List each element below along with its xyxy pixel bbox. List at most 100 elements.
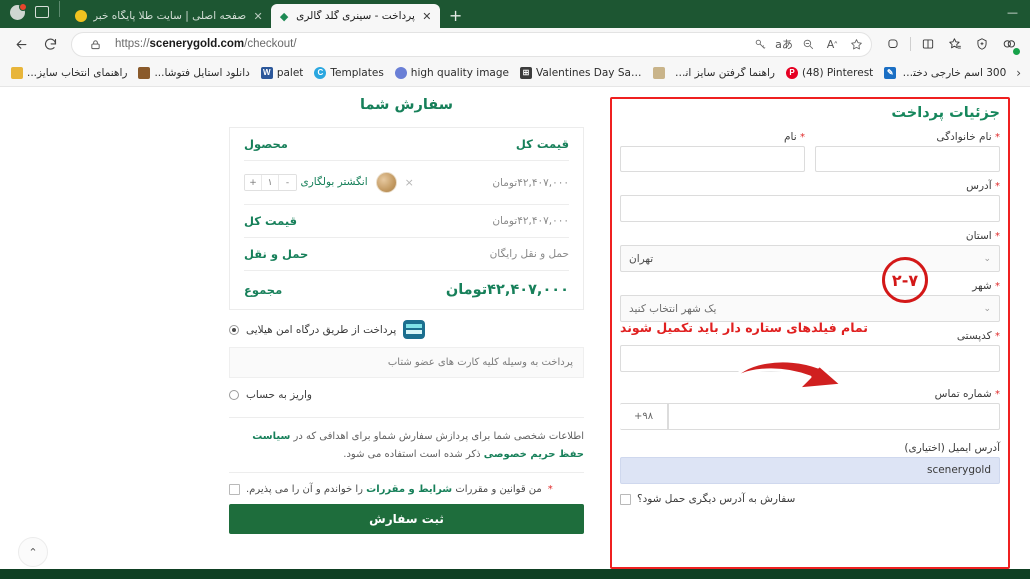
- city-select[interactable]: ⌄ یک شهر انتخاب کنید: [620, 295, 1000, 322]
- required-marker: *: [800, 132, 805, 143]
- tab-actions-icon[interactable]: [35, 6, 49, 18]
- browser-tab-1[interactable]: صفحه اصلی | سایت طلا پایگاه خبر ✕: [68, 4, 271, 28]
- quantity-increase-button[interactable]: +: [245, 175, 262, 190]
- quantity-stepper[interactable]: + ۱ -: [244, 174, 297, 191]
- bookmark-label: (48) Pinterest: [802, 67, 874, 79]
- bookmark-item[interactable]: high quality image: [390, 65, 514, 81]
- required-marker: *: [995, 231, 1000, 242]
- browser-tab-2-active[interactable]: ◆ پرداخت - سینری گلد گالری ✕: [271, 4, 440, 28]
- tab-favicon-yellow-dot: [75, 10, 87, 22]
- city-field-group: * شهر ⌄ یک شهر انتخاب کنید: [620, 280, 1000, 322]
- product-thumbnail[interactable]: [375, 172, 397, 193]
- city-label: * شهر: [972, 280, 1000, 292]
- bookmarks-overflow-chevron-icon[interactable]: ›: [1012, 66, 1025, 80]
- terms-checkbox[interactable]: [229, 484, 240, 495]
- tab-close-icon[interactable]: ✕: [252, 11, 264, 22]
- bookmark-label: high quality image: [410, 67, 509, 79]
- zoom-out-icon[interactable]: [797, 33, 819, 55]
- last-name-input[interactable]: [815, 146, 1000, 172]
- terms-link[interactable]: شرایط و مقررات: [366, 484, 452, 495]
- place-order-button[interactable]: ثبت سفارش: [229, 504, 584, 534]
- chevron-down-icon: ⌄: [983, 253, 991, 264]
- last-name-label: * نام خانوادگی: [936, 131, 1000, 143]
- payment-method-gateway-row[interactable]: پرداخت از طریق درگاه امن هیلایی: [229, 310, 584, 347]
- email-input[interactable]: scenerygold: [620, 457, 1000, 484]
- collections-icon[interactable]: [942, 31, 968, 57]
- province-select[interactable]: ⌄ تهران: [620, 245, 1000, 272]
- url-scheme: https://: [115, 38, 150, 50]
- required-marker: *: [995, 181, 1000, 192]
- ship-other-address-row[interactable]: سفارش به آدرس دیگری حمل شود؟: [620, 493, 1000, 505]
- province-label: * استان: [965, 230, 1000, 242]
- product-name[interactable]: انگشتر بولگاری: [301, 176, 368, 188]
- total-label: مجموع: [244, 283, 283, 297]
- required-marker: *: [995, 389, 1000, 400]
- bookmark-item[interactable]: ⊞ Valentines Day Sale...: [515, 65, 647, 81]
- bookmarks-bar: راهنمای انتخاب سایز... دانلود استایل فتو…: [0, 60, 1030, 87]
- key-icon[interactable]: [749, 33, 771, 55]
- payment-method-bank-radio[interactable]: [229, 390, 239, 400]
- favorite-star-icon[interactable]: [845, 33, 867, 55]
- minimize-button[interactable]: —: [999, 4, 1026, 21]
- divider: [59, 1, 60, 17]
- ship-other-address-label: سفارش به آدرس دیگری حمل شود؟: [637, 493, 796, 505]
- scroll-to-top-button[interactable]: ⌃: [18, 537, 48, 567]
- extensions-icon[interactable]: [996, 31, 1022, 57]
- reload-icon[interactable]: [37, 31, 63, 57]
- order-line-item: ۴۲,۴۰۷,۰۰۰تومان × انگشتر بولگاری + ۱ -: [244, 161, 569, 205]
- required-marker: *: [995, 331, 1000, 342]
- bookmark-item[interactable]: راهنما گرفتن سایز انگ...: [648, 65, 780, 81]
- bookmark-favicon-icon: ✎: [884, 67, 897, 79]
- line-item-price: ۴۲,۴۰۷,۰۰۰تومان: [492, 176, 569, 189]
- site-info-lock-icon[interactable]: [82, 31, 108, 57]
- divider: [910, 37, 911, 51]
- bookmark-item[interactable]: P (48) Pinterest: [781, 65, 878, 81]
- browser-window: صفحه اصلی | سایت طلا پایگاه خبر ✕ ◆ پردا…: [0, 0, 1030, 579]
- bookmark-item[interactable]: راهنمای انتخاب سایز...: [6, 65, 132, 81]
- split-screen-icon[interactable]: [915, 31, 941, 57]
- back-icon[interactable]: [8, 31, 34, 57]
- phone-country-code: ۹۸+: [620, 403, 668, 430]
- bookmarks-overflow: › 📁: [1012, 66, 1030, 81]
- window-bottom-bar: [0, 569, 1030, 579]
- copilot-icon[interactable]: [880, 31, 906, 57]
- read-aloud-icon[interactable]: aあ: [773, 33, 795, 55]
- first-name-input[interactable]: [620, 146, 805, 172]
- url-path: /checkout/: [244, 38, 297, 50]
- payment-method-gateway-radio[interactable]: [229, 324, 239, 335]
- url-domain: scenerygold.com: [149, 38, 245, 50]
- bookmark-favicon-icon: ⊞: [520, 67, 532, 79]
- product-meta: انگشتر بولگاری + ۱ -: [244, 174, 368, 191]
- profile-avatar-icon[interactable]: [10, 2, 27, 20]
- total-value: ۴۲,۴۰۷,۰۰۰تومان: [445, 282, 569, 298]
- bookmark-label: دانلود استایل فتوشا...: [154, 67, 250, 79]
- browser-essentials-icon[interactable]: [969, 31, 995, 57]
- address-input[interactable]: [620, 195, 1000, 222]
- bookmark-label: palet: [276, 67, 304, 79]
- bookmark-item[interactable]: C Templates: [309, 65, 388, 81]
- font-style-icon[interactable]: Aᴬ: [821, 33, 843, 55]
- order-summary-column: سفارش شما قیمت کل محصول ۴۲,۴۰۷,۰۰۰تومان …: [229, 97, 584, 579]
- ship-other-address-checkbox[interactable]: [620, 493, 631, 505]
- order-summary-card: قیمت کل محصول ۴۲,۴۰۷,۰۰۰تومان × انگشتر ب…: [229, 127, 584, 310]
- extensions-status-badge: [1013, 48, 1020, 55]
- tab-close-icon[interactable]: ✕: [421, 11, 433, 22]
- payment-method-bank-row[interactable]: واریز به حساب: [229, 380, 584, 409]
- bookmark-item[interactable]: ✎ 300 اسم خارجی دخترا...: [879, 65, 1011, 81]
- page-viewport: جزئیات پرداخت * نام خانوادگی * نام * آدر…: [0, 87, 1030, 579]
- url-bar[interactable]: https://scenerygold.com/checkout/ aあ Aᴬ: [71, 31, 872, 57]
- payment-details-column: جزئیات پرداخت * نام خانوادگی * نام * آدر…: [610, 97, 1010, 579]
- remove-item-icon[interactable]: ×: [405, 176, 414, 189]
- bookmark-favicon-icon: [11, 67, 23, 79]
- bookmark-item[interactable]: W palet: [256, 65, 309, 81]
- required-marker: *: [995, 281, 1000, 292]
- city-placeholder: یک شهر انتخاب کنید: [629, 302, 717, 315]
- quantity-decrease-button[interactable]: -: [279, 175, 296, 190]
- terms-text-part2: را خواندم و آن را می پذیرم.: [246, 484, 367, 495]
- address-label: * آدرس: [966, 180, 1000, 192]
- bookmark-item[interactable]: دانلود استایل فتوشا...: [133, 65, 254, 81]
- terms-acceptance-row[interactable]: * من قوانین و مقررات شرایط و مقررات را خ…: [229, 473, 584, 504]
- new-tab-button[interactable]: +: [440, 8, 471, 28]
- payment-method-gateway-label: پرداخت از طریق درگاه امن هیلایی: [246, 323, 397, 336]
- privacy-text-part2: ذکر شده است استفاده می شود.: [343, 448, 484, 460]
